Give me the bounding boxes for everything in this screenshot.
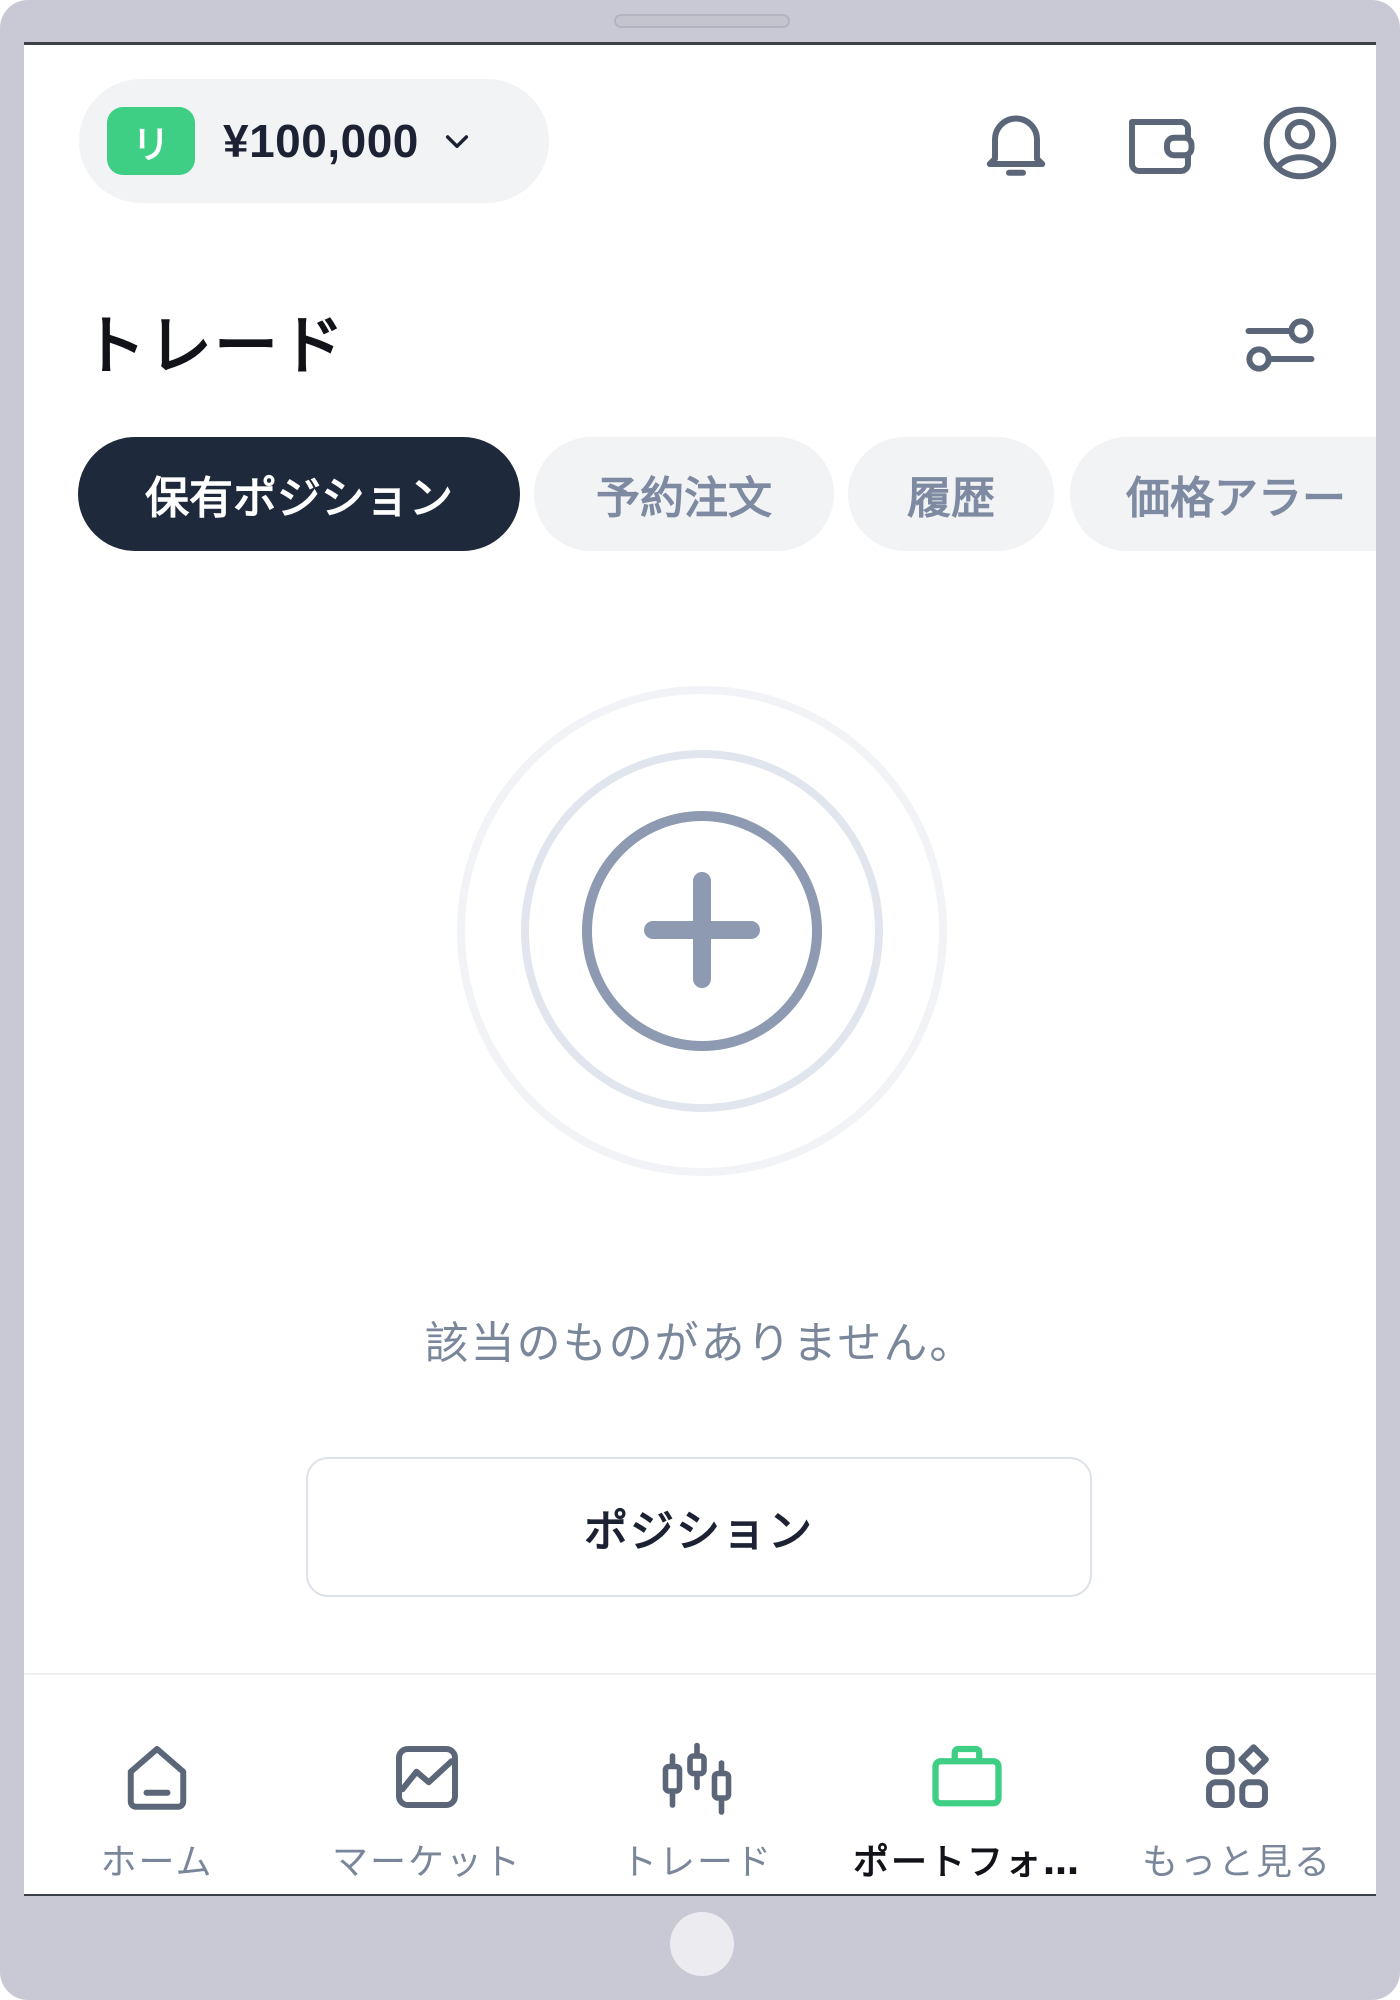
more-grid-icon bbox=[1206, 1744, 1269, 1808]
position-button[interactable]: ポジション bbox=[306, 1457, 1092, 1597]
plus-circle-icon bbox=[582, 811, 822, 1051]
tab-pending-orders[interactable]: 予約注文 bbox=[534, 437, 834, 551]
profile-button[interactable] bbox=[1258, 101, 1342, 185]
nav-market[interactable]: マーケット bbox=[292, 1675, 562, 1894]
user-avatar-icon bbox=[1263, 106, 1337, 180]
tab-history[interactable]: 履歴 bbox=[848, 437, 1054, 551]
market-chart-icon bbox=[396, 1746, 458, 1808]
chevron-down-icon bbox=[445, 135, 468, 149]
nav-more-label: もっと見る bbox=[1141, 1842, 1332, 1883]
nav-portfolio[interactable]: ポートフォ… bbox=[832, 1675, 1102, 1894]
tab-price-alerts[interactable]: 価格アラー bbox=[1070, 437, 1376, 551]
wallet-button[interactable] bbox=[1118, 101, 1202, 185]
briefcase-icon bbox=[932, 1745, 1002, 1807]
nav-market-label: マーケット bbox=[331, 1842, 522, 1883]
bell-icon bbox=[986, 115, 1046, 176]
nav-portfolio-label: ポートフォ… bbox=[852, 1842, 1081, 1883]
candlestick-icon bbox=[662, 1742, 732, 1815]
app-screen: リ ¥100,000 トレード 保有ポジション 予約注文 履歴 価格アラー 該当… bbox=[24, 42, 1376, 1896]
device-frame: リ ¥100,000 トレード 保有ポジション 予約注文 履歴 価格アラー 該当… bbox=[0, 0, 1400, 2000]
bottom-navigation: ホーム マーケット トレード ポートフォ… もっと見る bbox=[24, 1673, 1376, 1894]
account-type-badge: リ bbox=[107, 107, 195, 175]
wallet-icon bbox=[1129, 119, 1195, 174]
nav-trade-label: トレード bbox=[620, 1842, 773, 1883]
nav-trade[interactable]: トレード bbox=[562, 1675, 832, 1894]
position-tabs: 保有ポジション 予約注文 履歴 価格アラー bbox=[78, 437, 1376, 551]
add-position-illustration bbox=[457, 686, 947, 1176]
nav-more[interactable]: もっと見る bbox=[1102, 1675, 1372, 1894]
page-title: トレード bbox=[82, 310, 346, 384]
home-icon bbox=[127, 1746, 187, 1810]
tab-open-positions[interactable]: 保有ポジション bbox=[78, 437, 520, 551]
notifications-button[interactable] bbox=[974, 101, 1058, 185]
account-balance-selector[interactable]: リ ¥100,000 bbox=[79, 79, 549, 203]
nav-home[interactable]: ホーム bbox=[24, 1675, 292, 1894]
device-home-button[interactable] bbox=[670, 1912, 734, 1976]
nav-home-label: ホーム bbox=[100, 1842, 214, 1883]
sliders-icon bbox=[1245, 318, 1315, 372]
empty-state-message: 該当のものがありません。 bbox=[424, 1318, 976, 1369]
display-settings-button[interactable] bbox=[1238, 303, 1322, 387]
balance-amount: ¥100,000 bbox=[223, 115, 419, 167]
device-speaker bbox=[614, 14, 790, 28]
